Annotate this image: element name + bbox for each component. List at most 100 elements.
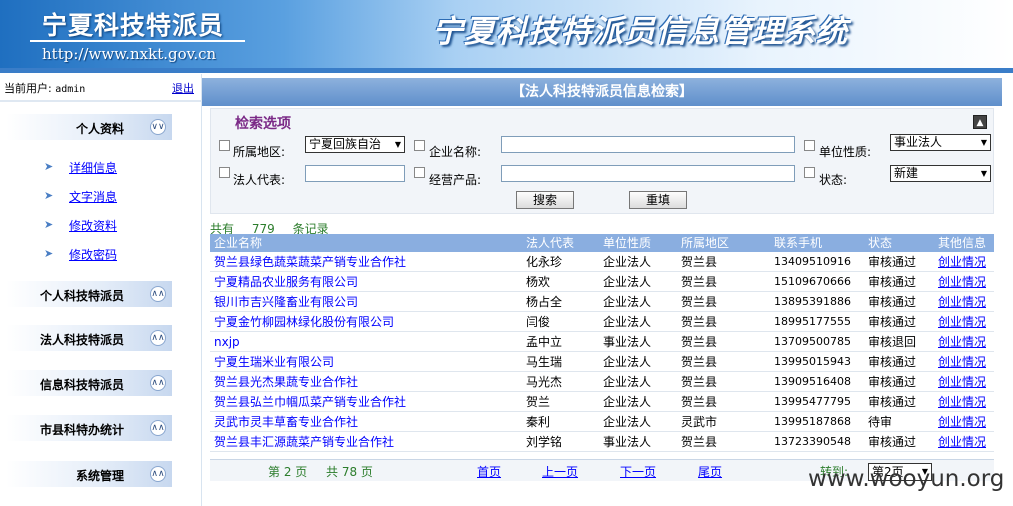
- cell-company[interactable]: nxjp: [214, 332, 240, 352]
- header-divider: [0, 68, 1013, 73]
- cell-company[interactable]: 银川市吉兴隆畜业有限公司: [214, 292, 358, 312]
- dropdown-arrow-icon: ▼: [394, 140, 401, 149]
- sidebar-item-label[interactable]: 文字消息: [69, 188, 117, 205]
- table-row: 灵武市灵丰草畜专业合作社 秦利 企业法人 灵武市 13995187868 待审 创业情况: [210, 412, 994, 432]
- sidebar-group-individual-commissioner[interactable]: 个人科技特派员 ∧∧: [6, 281, 172, 307]
- cell-other-link[interactable]: 创业情况: [938, 272, 986, 292]
- chevron-up-icon[interactable]: ∧∧: [150, 375, 166, 391]
- cell-phone: 15109670666: [774, 275, 851, 288]
- company-input[interactable]: [501, 136, 795, 153]
- cell-region: 贺兰县: [681, 395, 718, 409]
- cell-status: 审核通过: [868, 315, 917, 329]
- cell-unit-type: 企业法人: [603, 355, 652, 369]
- chevron-up-icon[interactable]: ∧∧: [150, 330, 166, 346]
- collapse-icon[interactable]: ▲: [973, 115, 987, 129]
- cell-other-link[interactable]: 创业情况: [938, 252, 986, 272]
- cell-region: 贺兰县: [681, 335, 718, 349]
- sidebar-group-personal-info[interactable]: 个人资料 ∨∨: [6, 114, 172, 140]
- table-row: 贺兰县丰汇源蔬菜产销专业合作社 刘学铭 事业法人 贺兰县 13723390548 审核通过…: [210, 432, 994, 452]
- company-checkbox[interactable]: [414, 140, 425, 151]
- cell-legal-rep: 马光杰: [526, 375, 563, 389]
- cell-other-link[interactable]: 创业情况: [938, 312, 986, 332]
- cell-other-link[interactable]: 创业情况: [938, 332, 986, 352]
- cell-status: 审核通过: [868, 275, 917, 289]
- cell-status: 审核退回: [868, 335, 917, 349]
- col-header-phone: 联系手机: [774, 236, 823, 250]
- chevron-up-icon[interactable]: ∧∧: [150, 420, 166, 436]
- cell-company[interactable]: 贺兰县光杰果蔬专业合作社: [214, 372, 358, 392]
- arrow-right-icon: ➤: [44, 160, 54, 173]
- chevron-up-icon[interactable]: ∧∧: [150, 466, 166, 482]
- reset-button[interactable]: 重填: [629, 191, 687, 209]
- sidebar-item-label[interactable]: 详细信息: [69, 159, 117, 176]
- cell-other-link[interactable]: 创业情况: [938, 392, 986, 412]
- current-user-name: admin: [55, 84, 86, 95]
- status-select[interactable]: 新建 ▼: [890, 165, 991, 182]
- cell-status: 审核通过: [868, 395, 917, 409]
- cell-company[interactable]: 宁夏生瑞米业有限公司: [214, 352, 334, 372]
- unit-type-checkbox[interactable]: [804, 140, 815, 151]
- arrow-right-icon: ➤: [44, 247, 54, 260]
- cell-company[interactable]: 贺兰县绿色蔬菜蔬菜产销专业合作社: [214, 252, 406, 272]
- sidebar-item-label[interactable]: 修改资料: [69, 217, 117, 234]
- system-title: 宁夏科技特派员信息管理系统: [432, 14, 848, 50]
- cell-other-link[interactable]: 创业情况: [938, 352, 986, 372]
- product-input[interactable]: [501, 165, 795, 182]
- cell-company[interactable]: 贺兰县弘兰巾帼瓜菜产销专业合作社: [214, 392, 406, 412]
- sidebar-group-county-stats[interactable]: 市县科特办统计 ∧∧: [6, 415, 172, 441]
- status-checkbox[interactable]: [804, 167, 815, 178]
- cell-other-link[interactable]: 创业情况: [938, 372, 986, 392]
- sidebar-item-label[interactable]: 修改密码: [69, 246, 117, 263]
- cell-unit-type: 企业法人: [603, 375, 652, 389]
- cell-other-link[interactable]: 创业情况: [938, 412, 986, 432]
- sidebar-group-label: 法人科技特派员: [39, 333, 124, 347]
- region-select-value: 宁夏回族自治: [309, 137, 382, 151]
- cell-status: 审核通过: [868, 375, 917, 389]
- cell-legal-rep: 马生瑞: [526, 355, 563, 369]
- page-header: 宁夏科技特派员 http://www.nxkt.gov.cn 宁夏科技特派员信息…: [0, 0, 1013, 73]
- sidebar-group-info-commissioner[interactable]: 信息科技特派员 ∧∧: [6, 370, 172, 396]
- cell-region: 灵武市: [681, 415, 718, 429]
- sidebar-group-label: 系统管理: [75, 469, 124, 483]
- region-checkbox[interactable]: [219, 140, 230, 151]
- prev-page-link[interactable]: 上一页: [542, 463, 578, 480]
- table-row: 银川市吉兴隆畜业有限公司 杨占全 企业法人 贺兰县 13895391886 审核通过 创业情…: [210, 292, 994, 312]
- region-label: 所属地区:: [233, 145, 286, 159]
- first-page-link[interactable]: 首页: [477, 463, 501, 480]
- cell-company[interactable]: 灵武市灵丰草畜专业合作社: [214, 412, 358, 432]
- table-row: 贺兰县光杰果蔬专业合作社 马光杰 企业法人 贺兰县 13909516408 审核通过 创业情…: [210, 372, 994, 392]
- cell-legal-rep: 闫俊: [526, 315, 551, 329]
- legal-rep-checkbox[interactable]: [219, 167, 230, 178]
- cell-company[interactable]: 宁夏精品农业服务有限公司: [214, 272, 358, 292]
- sidebar-group-system-admin[interactable]: 系统管理 ∧∧: [6, 461, 172, 487]
- cell-legal-rep: 秦利: [526, 415, 551, 429]
- search-button[interactable]: 搜索: [516, 191, 574, 209]
- table-row: 宁夏生瑞米业有限公司 马生瑞 企业法人 贺兰县 13995015943 审核通过 创业情况: [210, 352, 994, 372]
- sidebar-group-legal-commissioner[interactable]: 法人科技特派员 ∧∧: [6, 325, 172, 351]
- user-bar: 当前用户: admin 退出: [4, 80, 198, 96]
- next-page-link[interactable]: 下一页: [620, 463, 656, 480]
- cell-status: 审核通过: [868, 355, 917, 369]
- last-page-link[interactable]: 尾页: [698, 463, 722, 480]
- cell-other-link[interactable]: 创业情况: [938, 292, 986, 312]
- legal-rep-input[interactable]: [305, 165, 405, 182]
- col-header-company: 企业名称: [214, 236, 263, 250]
- cell-status: 审核通过: [868, 435, 917, 449]
- cell-region: 贺兰县: [681, 295, 718, 309]
- table-row: 贺兰县弘兰巾帼瓜菜产销专业合作社 贺兰 企业法人 贺兰县 13995477795 审核通过…: [210, 392, 994, 412]
- cell-company[interactable]: 贺兰县丰汇源蔬菜产销专业合作社: [214, 432, 394, 452]
- chevron-down-icon[interactable]: ∨∨: [150, 119, 166, 135]
- cell-phone: 13895391886: [774, 295, 851, 308]
- chevron-up-icon[interactable]: ∧∧: [150, 286, 166, 302]
- region-select[interactable]: 宁夏回族自治 ▼: [305, 136, 405, 153]
- logout-link[interactable]: 退出: [172, 80, 194, 96]
- cell-unit-type: 事业法人: [603, 335, 652, 349]
- cell-company[interactable]: 宁夏金竹柳园林绿化股份有限公司: [214, 312, 394, 332]
- table-row: 宁夏精品农业服务有限公司 杨欢 企业法人 贺兰县 15109670666 审核通过 创业情况: [210, 272, 994, 292]
- cell-other-link[interactable]: 创业情况: [938, 432, 986, 452]
- cell-phone: 13995477795: [774, 395, 851, 408]
- watermark: www.wooyun.org: [808, 466, 1005, 492]
- unit-type-select[interactable]: 事业法人 ▼: [890, 134, 991, 151]
- product-checkbox[interactable]: [414, 167, 425, 178]
- cell-region: 贺兰县: [681, 275, 718, 289]
